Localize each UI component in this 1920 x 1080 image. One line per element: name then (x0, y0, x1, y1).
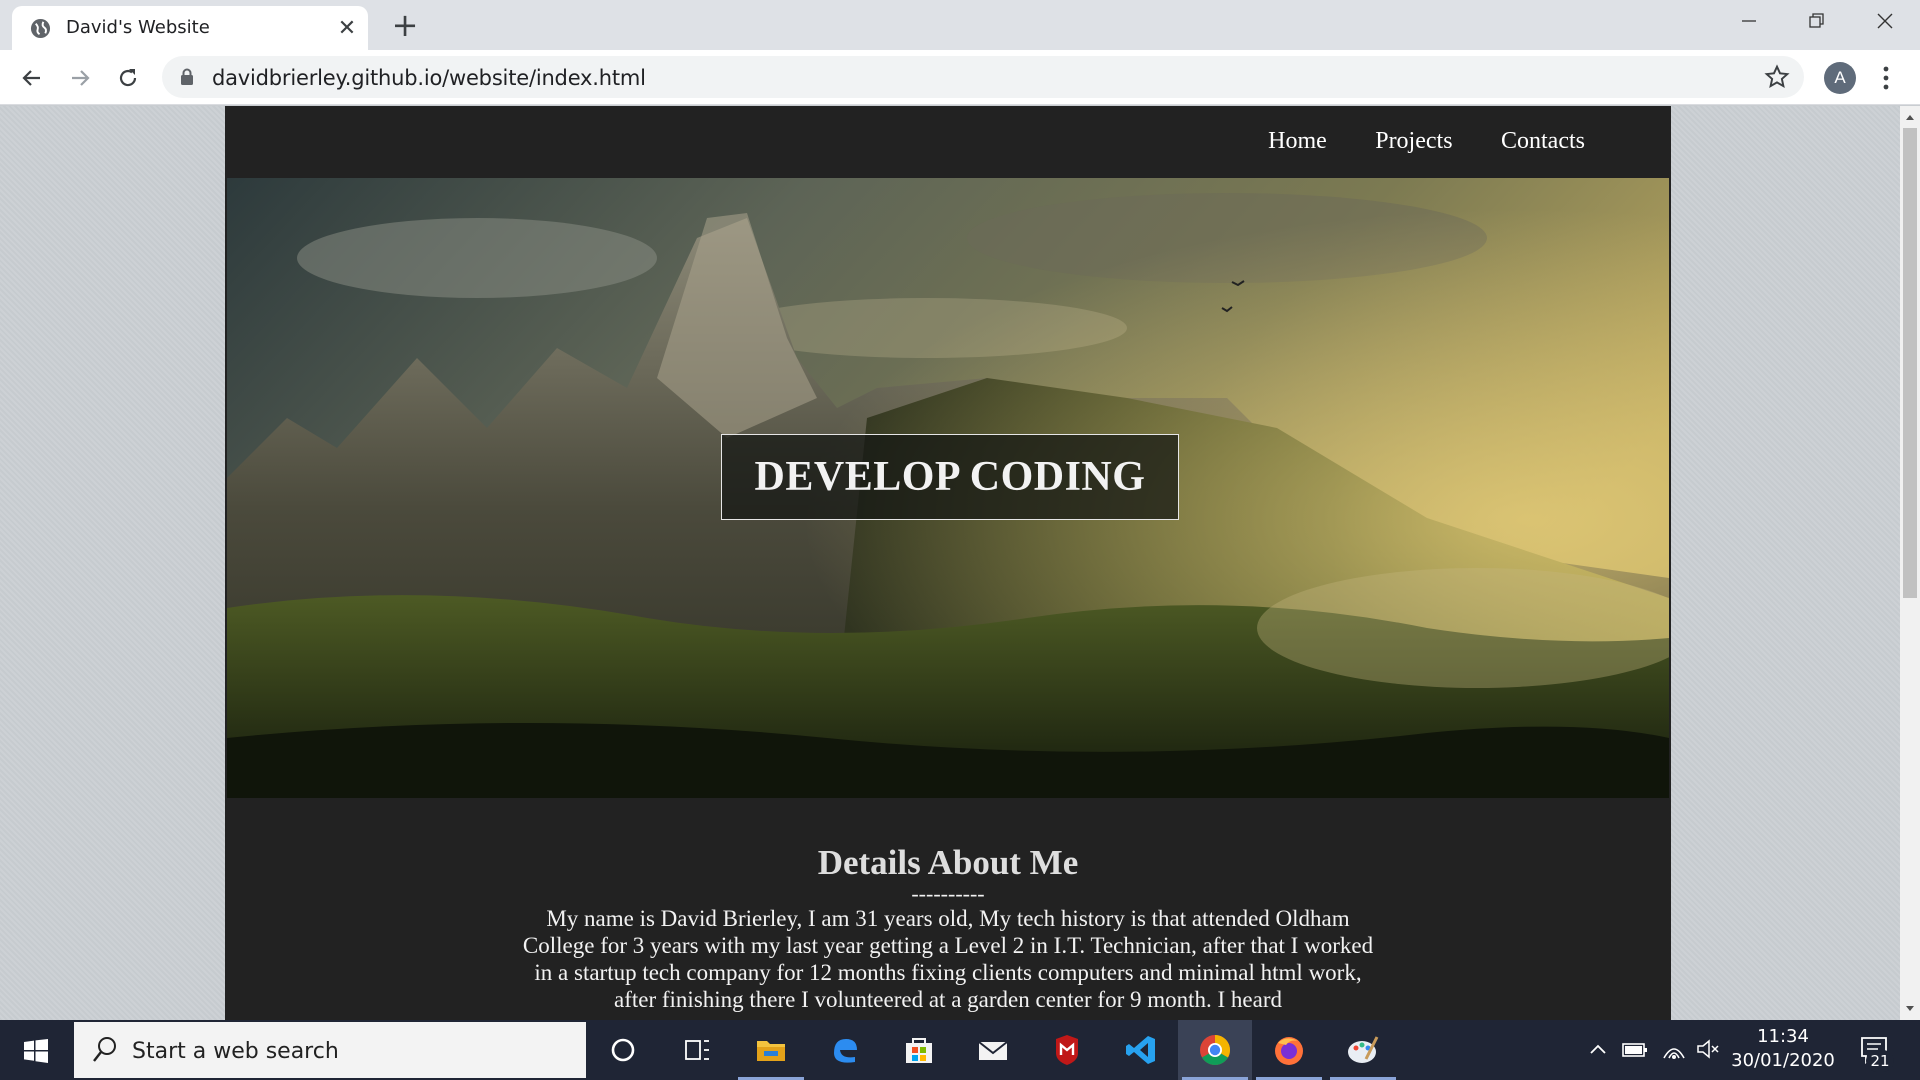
scrollbar-thumb[interactable] (1903, 128, 1917, 598)
windows-logo-icon (24, 1039, 48, 1063)
close-window-button[interactable] (1852, 0, 1918, 42)
store-button[interactable] (882, 1020, 956, 1080)
start-button[interactable] (0, 1020, 72, 1080)
bookmark-star-icon[interactable] (1764, 64, 1790, 90)
file-explorer-button[interactable] (734, 1020, 808, 1080)
paint-icon (1348, 1036, 1379, 1063)
task-view-icon (685, 1040, 709, 1060)
about-paragraph: My name is David Brierley, I am 31 years… (522, 906, 1374, 1012)
search-icon (93, 1037, 116, 1062)
back-button[interactable] (14, 60, 50, 96)
restore-button[interactable] (1784, 0, 1850, 42)
close-icon (1877, 13, 1893, 29)
page-scrollbar[interactable] (1900, 106, 1920, 1020)
more-menu-icon[interactable] (1876, 62, 1896, 94)
scroll-down-arrow-icon[interactable] (1905, 1004, 1915, 1014)
mail-button[interactable] (956, 1020, 1030, 1080)
edge-icon (834, 1039, 857, 1063)
lock-icon (181, 68, 193, 85)
browser-tab[interactable]: David's Website ✕ (12, 6, 368, 50)
tab-strip: David's Website ✕ + (0, 0, 1920, 50)
nav-home-link[interactable]: Home (1268, 128, 1327, 155)
wifi-icon[interactable] (1662, 1038, 1686, 1080)
taskbar-search-box[interactable]: Start a web search (74, 1022, 586, 1078)
reload-button[interactable] (110, 60, 146, 96)
nav-projects-link[interactable]: Projects (1375, 128, 1452, 155)
chrome-icon (1200, 1035, 1231, 1066)
volume-muted-icon[interactable] (1696, 1038, 1720, 1080)
search-placeholder: Start a web search (132, 1039, 339, 1064)
edge-button[interactable] (808, 1020, 882, 1080)
restore-icon (1809, 13, 1824, 28)
new-tab-button[interactable]: + (388, 8, 422, 42)
system-clock[interactable]: 11:34 30/01/2020 (1718, 1025, 1848, 1073)
site-nav: Home Projects Contacts (1224, 128, 1585, 155)
tab-title: David's Website (66, 17, 210, 38)
chrome-button[interactable] (1178, 1020, 1252, 1080)
url-text: davidbrierley.github.io/website/index.ht… (212, 66, 646, 90)
hero-title-box: DEVELOP CODING (721, 434, 1179, 520)
profile-avatar[interactable]: A (1824, 62, 1856, 94)
reload-icon (119, 69, 137, 87)
minimize-icon (1742, 20, 1756, 22)
vscode-button[interactable] (1104, 1020, 1178, 1080)
website-container: Home Projects Contacts DEVELOP CODING De… (225, 106, 1671, 1020)
forward-button[interactable] (62, 60, 98, 96)
about-section: Details About Me ---------- My name is D… (225, 843, 1671, 1013)
arrow-right-icon (72, 70, 90, 86)
about-separator: ---------- (911, 881, 985, 906)
about-heading: Details About Me (817, 843, 1079, 882)
globe-icon (30, 18, 51, 39)
page-viewport: Home Projects Contacts DEVELOP CODING De… (0, 106, 1900, 1020)
show-hidden-icons-chevron-icon[interactable] (1588, 1040, 1608, 1080)
firefox-icon (1275, 1037, 1303, 1065)
battery-icon[interactable] (1622, 1040, 1648, 1080)
cortana-button[interactable] (586, 1020, 660, 1080)
scroll-up-arrow-icon[interactable] (1905, 112, 1915, 122)
cortana-icon (611, 1038, 635, 1062)
nav-contacts-link[interactable]: Contacts (1501, 128, 1585, 155)
close-tab-icon[interactable]: ✕ (334, 15, 360, 41)
hero-title: DEVELOP CODING (754, 454, 1146, 500)
clock-time: 11:34 (1757, 1026, 1809, 1047)
firefox-button[interactable] (1252, 1020, 1326, 1080)
address-bar[interactable]: davidbrierley.github.io/website/index.ht… (162, 56, 1804, 98)
hero-banner: DEVELOP CODING (227, 178, 1669, 798)
mcafee-icon (1056, 1035, 1078, 1065)
store-icon (906, 1038, 932, 1063)
file-explorer-icon (757, 1041, 785, 1061)
notification-count-badge: 21 (1866, 1050, 1894, 1072)
paint-button[interactable] (1326, 1020, 1400, 1080)
task-view-button[interactable] (660, 1020, 734, 1080)
minimize-button[interactable] (1716, 0, 1782, 42)
windows-taskbar: Start a web search 11:34 30/01/2020 21 (0, 1020, 1920, 1080)
arrow-left-icon (22, 70, 40, 86)
browser-toolbar: davidbrierley.github.io/website/index.ht… (0, 50, 1920, 105)
vscode-icon (1126, 1036, 1155, 1064)
mcafee-button[interactable] (1030, 1020, 1104, 1080)
mail-icon (978, 1041, 1008, 1060)
clock-date: 30/01/2020 (1731, 1050, 1835, 1071)
